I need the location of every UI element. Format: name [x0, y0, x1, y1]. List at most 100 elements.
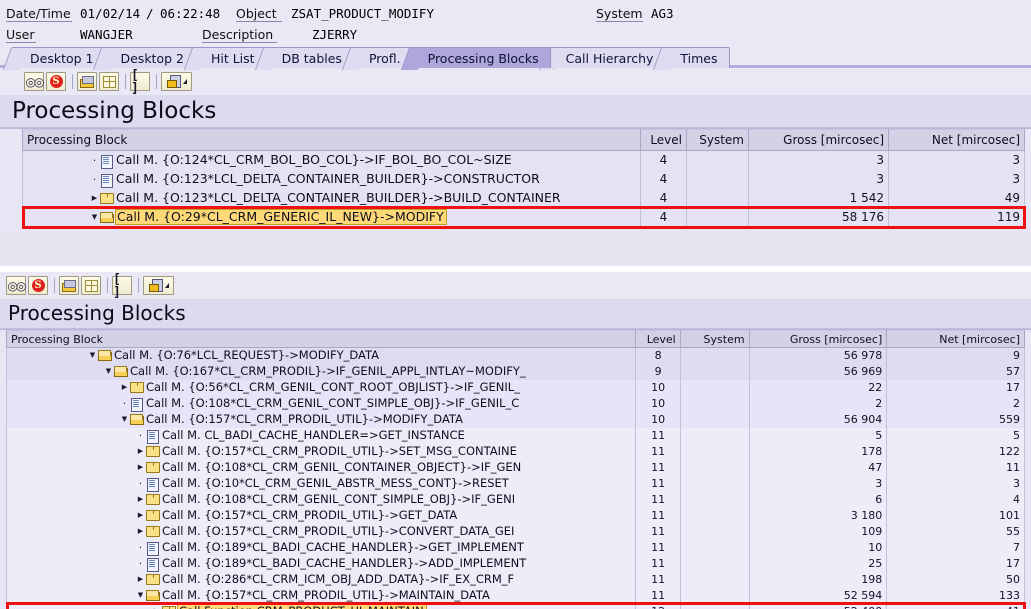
table-row[interactable]: ▶Call Function CRM_PRODUCT_UI_MAINTAIN12…: [5, 603, 1025, 609]
cell-processing-block[interactable]: · Call M. {O:189*CL_BADI_CACHE_HANDLER}->…: [5, 539, 637, 556]
table-row[interactable]: ▼ Call M. {O:29*CL_CRM_GENERIC_IL_NEW}->M…: [22, 207, 1025, 227]
cell-level: 11: [635, 523, 681, 540]
cell-processing-block[interactable]: · Call M. {O:10*CL_CRM_GENIL_ABSTR_MESS_C…: [5, 475, 637, 492]
grid-icon: [102, 75, 116, 88]
tab-desktop-2[interactable]: Desktop 2: [104, 47, 196, 68]
cell-processing-block[interactable]: ▶ Call M. {O:56*CL_CRM_GENIL_CONT_ROOT_OB…: [5, 379, 637, 396]
chevron-down-icon[interactable]: ▼: [135, 592, 146, 599]
cell-processing-block[interactable]: ▶ Call M. {O:123*LCL_DELTA_CONTAINER_BUIL…: [22, 188, 641, 208]
chevron-down-icon[interactable]: ▼: [103, 368, 114, 375]
table-row[interactable]: ▼ Call M. {O:167*CL_CRM_PRODIL}->IF_GENIL…: [5, 363, 1025, 380]
cell-processing-block[interactable]: ▶ Call M. {O:157*CL_CRM_PRODIL_UTIL}->CON…: [5, 523, 637, 540]
table-row[interactable]: ▶ Call M. {O:108*CL_CRM_GENIL_CONTAINER_O…: [5, 459, 1025, 476]
col-level[interactable]: Level: [635, 330, 681, 348]
toolbar-top[interactable]: ◎◎ S [ ]: [0, 68, 1031, 95]
chevron-down-icon[interactable]: [164, 283, 169, 288]
col-gross[interactable]: Gross [mircosec]: [748, 330, 888, 348]
table-row[interactable]: ▶ Call M. {O:157*CL_CRM_PRODIL_UTIL}->SET…: [5, 443, 1025, 460]
chevron-right-icon[interactable]: ▶: [119, 384, 130, 391]
col-level[interactable]: Level: [640, 129, 687, 151]
stop-button[interactable]: S: [46, 72, 66, 91]
export-button[interactable]: [143, 276, 174, 295]
table-row[interactable]: ▶ Call M. {O:56*CL_CRM_GENIL_CONT_ROOT_OB…: [5, 379, 1025, 396]
chevron-down-icon[interactable]: [182, 79, 187, 84]
cell-processing-block[interactable]: ▼ Call M. {O:157*CL_CRM_PRODIL_UTIL}->MOD…: [5, 411, 637, 428]
cell-processing-block[interactable]: · Call M. {O:123*LCL_DELTA_CONTAINER_BUIL…: [22, 169, 641, 189]
tab-db-tables[interactable]: DB tables: [265, 47, 354, 68]
cell-processing-block[interactable]: ▶ Call M. {O:286*CL_CRM_ICM_OBJ_ADD_DATA}…: [5, 571, 637, 588]
cell-net: 41: [886, 603, 1025, 609]
table-row[interactable]: · Call M. CL_BADI_CACHE_HANDLER=>GET_INST…: [5, 427, 1025, 444]
cell-processing-block[interactable]: · Call M. {O:189*CL_BADI_CACHE_HANDLER}->…: [5, 555, 637, 572]
table-row[interactable]: · Call M. {O:189*CL_BADI_CACHE_HANDLER}->…: [5, 539, 1025, 556]
table-row[interactable]: ▶ Call M. {O:286*CL_CRM_ICM_OBJ_ADD_DATA}…: [5, 571, 1025, 588]
table-row[interactable]: ▶ Call M. {O:108*CL_CRM_GENIL_CONT_SIMPLE…: [5, 491, 1025, 508]
table-row[interactable]: ▶ Call M. {O:157*CL_CRM_PRODIL_UTIL}->GET…: [5, 507, 1025, 524]
layout-button[interactable]: [99, 72, 119, 91]
col-net[interactable]: Net [mircosec]: [888, 129, 1025, 151]
find-button[interactable]: ◎◎: [24, 72, 44, 91]
detail-button[interactable]: [ ]: [130, 69, 150, 95]
cell-processing-block[interactable]: · Call M. {O:108*CL_CRM_GENIL_CONT_SIMPLE…: [5, 395, 637, 412]
table-row[interactable]: · Call M. {O:10*CL_CRM_GENIL_ABSTR_MESS_C…: [5, 475, 1025, 492]
cell-gross: 10: [748, 539, 888, 556]
chevron-right-icon[interactable]: ▶: [135, 496, 146, 503]
col-net[interactable]: Net [mircosec]: [886, 330, 1025, 348]
table-row[interactable]: · Call M. {O:123*LCL_DELTA_CONTAINER_BUIL…: [22, 169, 1025, 189]
processing-blocks-table-top[interactable]: Processing Block Level System Gross [mir…: [22, 129, 1025, 227]
cell-processing-block[interactable]: · Call M. {O:124*CL_CRM_BOL_BO_COL}->IF_B…: [22, 150, 641, 170]
cell-processing-block[interactable]: · Call M. CL_BADI_CACHE_HANDLER=>GET_INST…: [5, 427, 637, 444]
chevron-down-icon[interactable]: ▼: [119, 416, 130, 423]
cell-processing-block[interactable]: ▶ Call M. {O:157*CL_CRM_PRODIL_UTIL}->GET…: [5, 507, 637, 524]
description-label: Description: [202, 27, 277, 43]
row-label: Call M. {O:157*CL_CRM_PRODIL_UTIL}->CONV…: [162, 523, 515, 538]
col-processing-block[interactable]: Processing Block: [22, 129, 641, 151]
table-row[interactable]: ▼ Call M. {O:76*LCL_REQUEST}->MODIFY_DATA…: [5, 347, 1025, 364]
tab-times[interactable]: Times: [664, 47, 730, 68]
table-row[interactable]: ▶ Call M. {O:123*LCL_DELTA_CONTAINER_BUIL…: [22, 188, 1025, 208]
col-processing-block[interactable]: Processing Block: [5, 330, 637, 348]
cell-level: 11: [635, 507, 681, 524]
chevron-right-icon[interactable]: ▶: [135, 464, 146, 471]
tab-bar[interactable]: Desktop 1 Desktop 2 Hit List DB tables Profl…: [0, 44, 1031, 68]
cell-processing-block[interactable]: ▼ Call M. {O:29*CL_CRM_GENERIC_IL_NEW}->M…: [22, 207, 641, 227]
detail-button[interactable]: [ ]: [112, 273, 132, 299]
layout-button[interactable]: [81, 276, 101, 295]
table-row[interactable]: ▶ Call M. {O:157*CL_CRM_PRODIL_UTIL}->CON…: [5, 523, 1025, 540]
table-row[interactable]: · Call M. {O:124*CL_CRM_BOL_BO_COL}->IF_B…: [22, 150, 1025, 170]
cell-processing-block[interactable]: ▶ Call M. {O:108*CL_CRM_GENIL_CONT_SIMPLE…: [5, 491, 637, 508]
export-icon: [148, 279, 163, 292]
table-row[interactable]: ▼ Call M. {O:157*CL_CRM_PRODIL_UTIL}->MAI…: [5, 587, 1025, 604]
col-gross[interactable]: Gross [mircosec]: [748, 129, 889, 151]
cell-processing-block[interactable]: ▶ Call M. {O:157*CL_CRM_PRODIL_UTIL}->SET…: [5, 443, 637, 460]
table-row[interactable]: ▼ Call M. {O:157*CL_CRM_PRODIL_UTIL}->MOD…: [5, 411, 1025, 428]
table-row[interactable]: · Call M. {O:108*CL_CRM_GENIL_CONT_SIMPLE…: [5, 395, 1025, 412]
chevron-right-icon[interactable]: ▶: [135, 528, 146, 535]
cell-net: 3: [888, 169, 1025, 189]
sort-button[interactable]: [59, 276, 79, 295]
cell-processing-block[interactable]: ▶ Call M. {O:108*CL_CRM_GENIL_CONTAINER_O…: [5, 459, 637, 476]
chevron-right-icon[interactable]: ▶: [135, 512, 146, 519]
processing-blocks-table-bottom[interactable]: Processing Block Level System Gross [mir…: [5, 330, 1025, 609]
chevron-right-icon[interactable]: ▶: [89, 194, 100, 202]
tab-call-hierarchy[interactable]: Call Hierarchy: [549, 47, 666, 68]
toolbar-bottom[interactable]: ◎◎ S [ ]: [0, 272, 1031, 299]
tab-desktop-1[interactable]: Desktop 1: [14, 47, 106, 68]
col-system[interactable]: System: [686, 129, 749, 151]
cell-processing-block[interactable]: ▼ Call M. {O:157*CL_CRM_PRODIL_UTIL}->MAI…: [5, 587, 637, 604]
cell-processing-block[interactable]: ▶Call Function CRM_PRODUCT_UI_MAINTAIN: [5, 603, 637, 609]
chevron-down-icon[interactable]: ▼: [89, 213, 100, 221]
cell-processing-block[interactable]: ▼ Call M. {O:76*LCL_REQUEST}->MODIFY_DATA: [5, 347, 637, 364]
stop-button[interactable]: S: [28, 276, 48, 295]
sort-button[interactable]: [77, 72, 97, 91]
export-button[interactable]: [161, 72, 192, 91]
chevron-right-icon[interactable]: ▶: [135, 448, 146, 455]
col-system[interactable]: System: [679, 330, 750, 348]
chevron-down-icon[interactable]: ▼: [87, 352, 98, 359]
table-row[interactable]: · Call M. {O:189*CL_BADI_CACHE_HANDLER}->…: [5, 555, 1025, 572]
tab-label: DB tables: [281, 51, 342, 66]
cell-processing-block[interactable]: ▼ Call M. {O:167*CL_CRM_PRODIL}->IF_GENIL…: [5, 363, 637, 380]
chevron-right-icon[interactable]: ▶: [135, 576, 146, 583]
find-button[interactable]: ◎◎: [6, 276, 26, 295]
tab-processing-blocks[interactable]: Processing Blocks: [411, 47, 551, 68]
